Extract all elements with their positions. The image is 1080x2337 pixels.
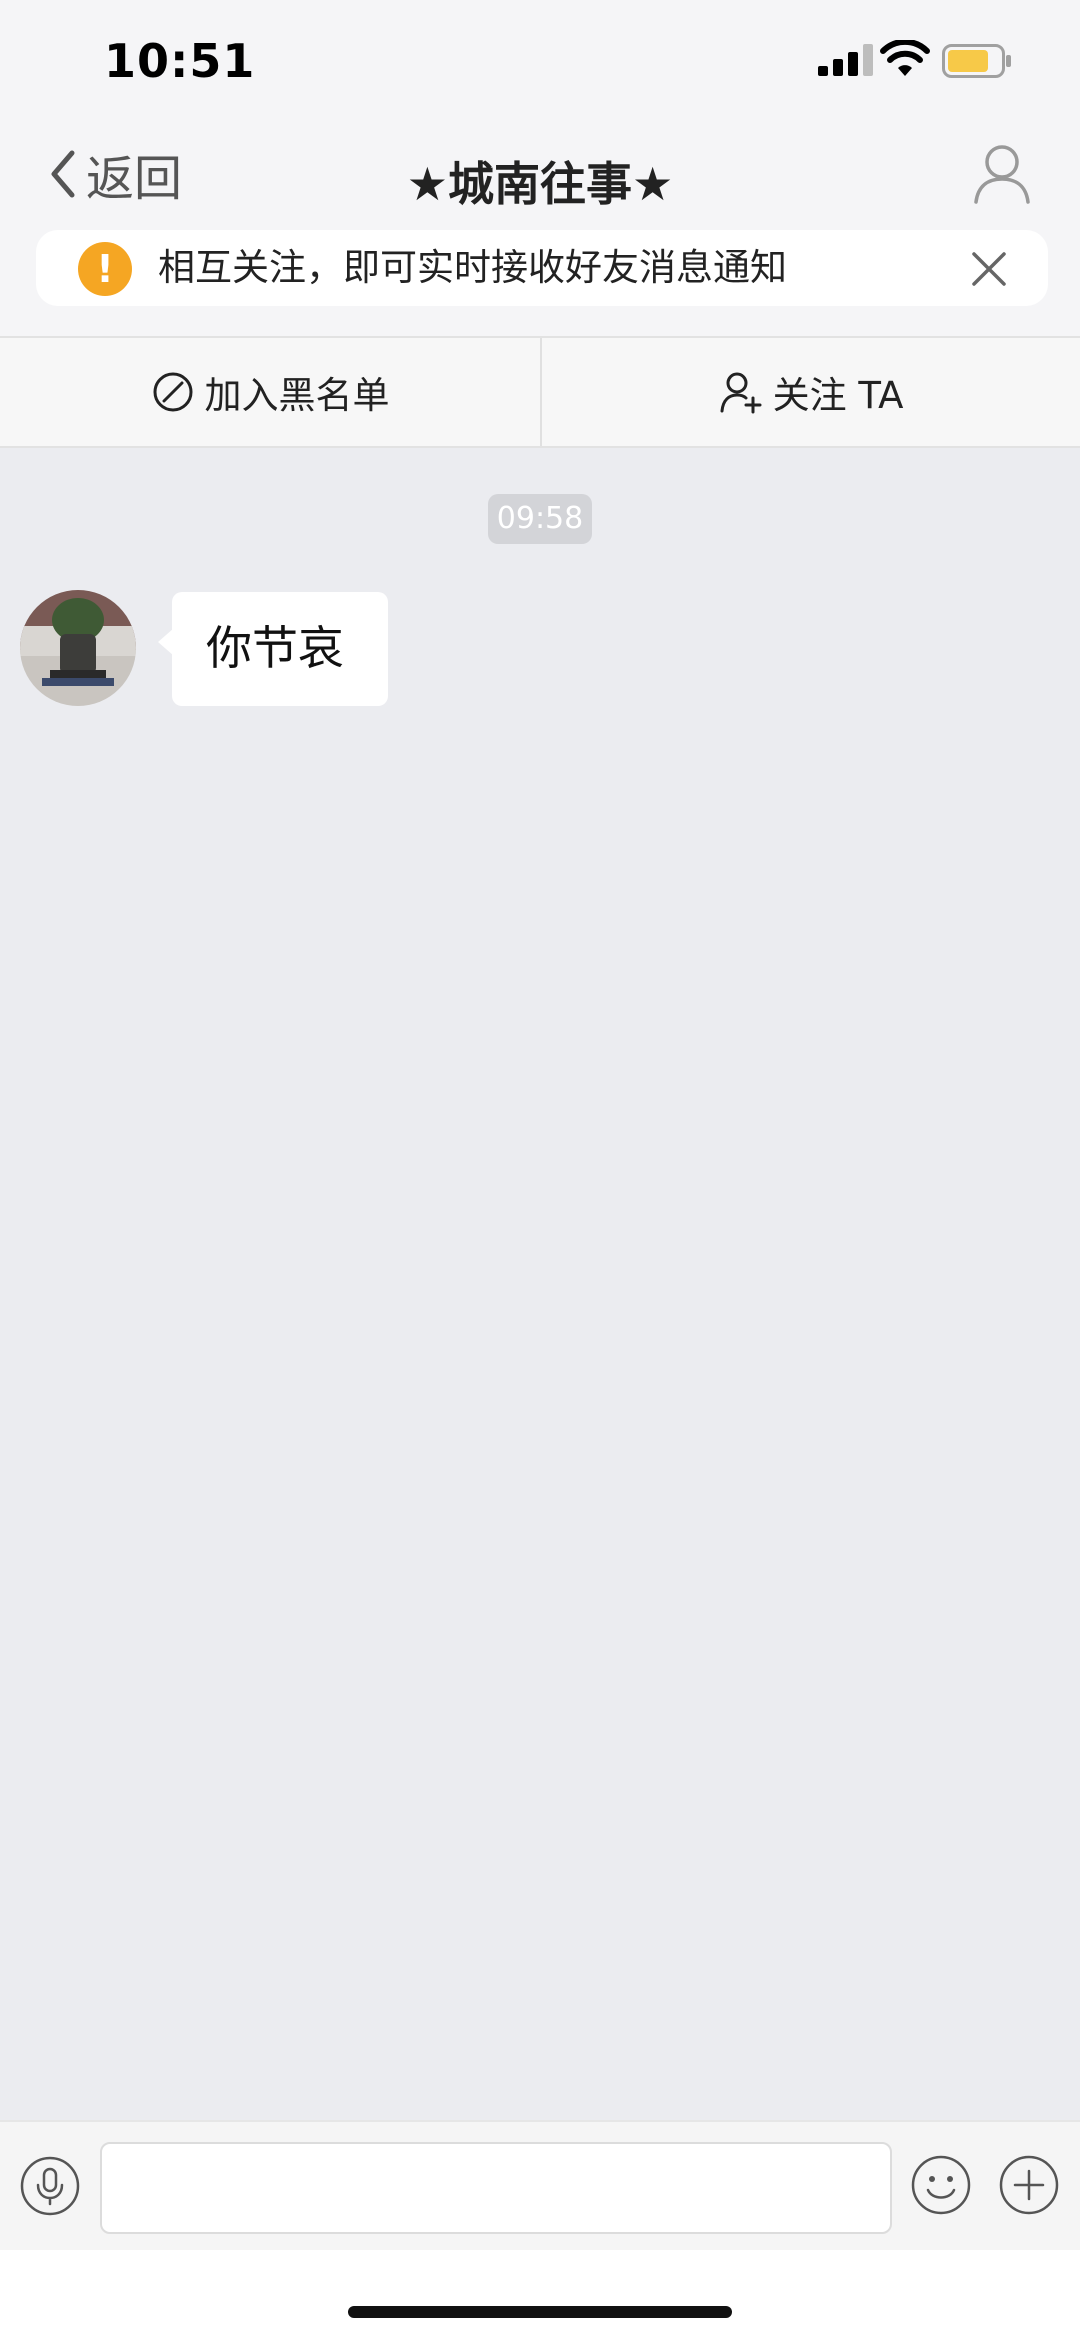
person-icon[interactable] bbox=[972, 142, 1032, 206]
top-area: 10:51 返回 ★城南往事★ ! 相互关注，即可实时接收好友消息通知 bbox=[0, 0, 1080, 336]
add-user-icon bbox=[720, 372, 762, 414]
notice-text: 相互关注，即可实时接收好友消息通知 bbox=[158, 246, 787, 289]
follow-label: 关注 TA bbox=[772, 374, 904, 417]
message-bubble[interactable]: 你节哀 bbox=[158, 592, 388, 706]
close-icon[interactable] bbox=[966, 246, 1012, 292]
blacklist-label: 加入黑名单 bbox=[204, 374, 390, 417]
home-indicator-area bbox=[0, 2250, 1080, 2337]
follow-button[interactable]: 关注 TA bbox=[540, 338, 1080, 446]
cellular-signal-icon bbox=[818, 44, 873, 76]
block-icon bbox=[153, 372, 192, 412]
battery-icon bbox=[942, 44, 1011, 78]
plus-icon[interactable] bbox=[998, 2154, 1060, 2216]
message-input[interactable] bbox=[100, 2142, 892, 2234]
wifi-icon bbox=[880, 40, 930, 76]
message-timestamp: 09:58 bbox=[488, 494, 592, 544]
home-indicator[interactable] bbox=[348, 2306, 732, 2318]
message-list[interactable]: 09:58 你节哀 bbox=[0, 448, 1080, 2120]
status-bar: 10:51 bbox=[0, 0, 1080, 124]
avatar[interactable] bbox=[20, 590, 136, 706]
microphone-icon[interactable] bbox=[20, 2156, 80, 2216]
smiley-icon[interactable] bbox=[910, 2154, 972, 2216]
input-bar bbox=[0, 2120, 1080, 2250]
message-text: 你节哀 bbox=[206, 621, 344, 675]
avatar-image bbox=[20, 590, 136, 706]
chat-screen: 10:51 返回 ★城南往事★ ! 相互关注，即可实时接收好友消息通知 加入黑名… bbox=[0, 0, 1080, 2337]
add-to-blacklist-button[interactable]: 加入黑名单 bbox=[0, 338, 540, 446]
navigation-bar: 返回 ★城南往事★ bbox=[0, 124, 1080, 228]
warning-icon: ! bbox=[78, 242, 132, 296]
action-bar: 加入黑名单 关注 TA bbox=[0, 336, 1080, 448]
chat-title: ★城南往事★ bbox=[406, 157, 674, 211]
status-time: 10:51 bbox=[104, 34, 256, 88]
follow-notice-banner: ! 相互关注，即可实时接收好友消息通知 bbox=[36, 230, 1048, 306]
